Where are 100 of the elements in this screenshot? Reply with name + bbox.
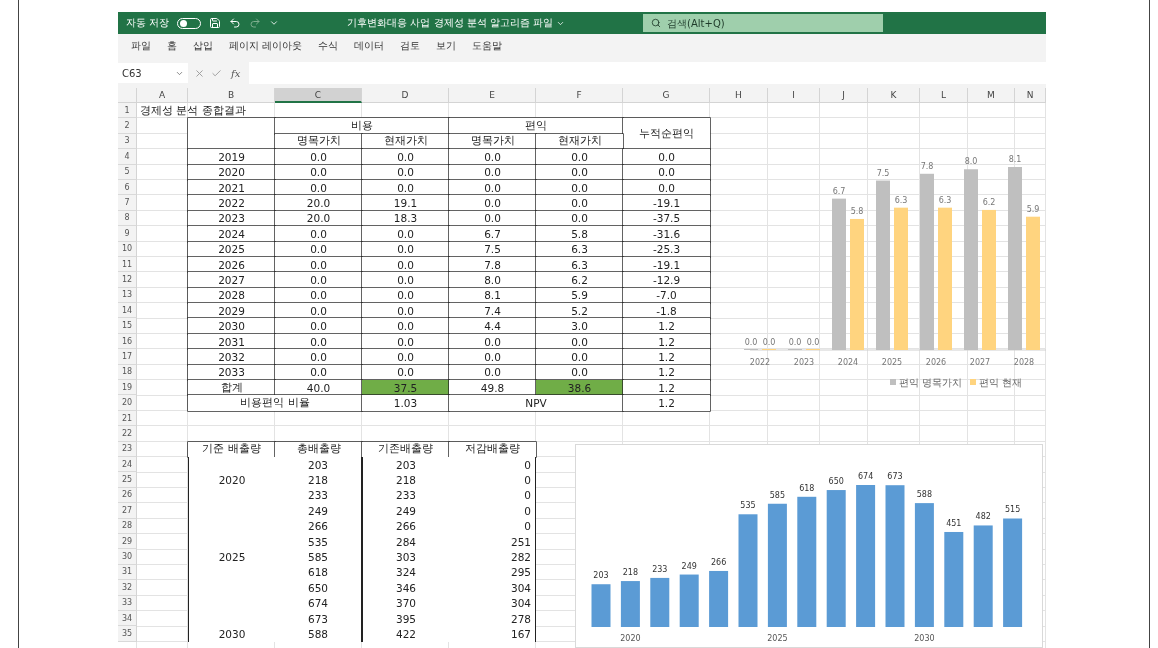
table-cell: 40.0	[275, 380, 362, 396]
table-cell: 0.0	[623, 149, 710, 165]
column-header[interactable]: D	[362, 88, 449, 103]
table-cell: 2025	[188, 549, 275, 565]
close-icon[interactable]	[194, 67, 205, 79]
table-cell: 2026	[188, 256, 275, 273]
table-cell: 0.0	[362, 226, 449, 242]
save-icon[interactable]	[209, 17, 222, 29]
column-header[interactable]: L	[920, 88, 968, 103]
autosave-label: 자동 저장	[126, 16, 170, 30]
data-label: 674	[857, 472, 874, 481]
row-header[interactable]: 7	[118, 195, 137, 211]
header-cell: 저감배출량	[449, 441, 536, 457]
row-header[interactable]: 27	[118, 503, 137, 519]
table-cell: 0.0	[362, 333, 449, 350]
table-cell: 5.9	[536, 287, 623, 304]
data-label: 6.3	[938, 195, 952, 205]
row-header[interactable]: 1	[118, 103, 137, 119]
table-cell: 2029	[188, 303, 275, 319]
column-header[interactable]: I	[768, 88, 820, 103]
table-cell: 20.0	[275, 195, 362, 211]
table-cell: 5.8	[536, 226, 623, 242]
column-header[interactable]: A	[137, 88, 188, 103]
row-header[interactable]: 35	[118, 626, 137, 642]
table-cell: 1.2	[623, 380, 710, 396]
table-cell: 218	[362, 472, 449, 488]
check-icon[interactable]	[211, 67, 222, 79]
dropdown-icon[interactable]	[269, 18, 280, 28]
table-cell: 422	[362, 626, 449, 642]
table-cell: 588	[275, 626, 362, 642]
row-header[interactable]: 14	[118, 303, 137, 319]
row-header[interactable]: 4	[118, 149, 137, 165]
row-header[interactable]: 15	[118, 318, 137, 334]
row-header[interactable]: 2	[118, 118, 137, 134]
table-cell: NPV	[449, 395, 623, 411]
row-header[interactable]: 20	[118, 395, 137, 411]
table-cell: 2031	[188, 333, 275, 350]
data-label: 0.0	[788, 338, 802, 347]
menu-tab[interactable]: 수식	[311, 36, 346, 56]
table-cell: 0.0	[362, 256, 449, 273]
data-label: 6.3	[894, 195, 908, 205]
menu-tab[interactable]: 검토	[393, 36, 428, 56]
table-cell: -12.9	[623, 272, 710, 288]
table-cell: 0.0	[362, 303, 449, 319]
axis-label: 2025	[881, 358, 903, 367]
column-header[interactable]: H	[710, 88, 768, 103]
data-label: 233	[652, 564, 668, 574]
menu-tab[interactable]: 페이지 레이아웃	[222, 36, 310, 56]
table-cell: -7.0	[623, 287, 710, 304]
table-cell: 167	[449, 626, 536, 642]
data-label: 8.0	[964, 157, 978, 167]
column-header[interactable]: J	[820, 88, 868, 103]
menu-tab[interactable]: 삽입	[186, 36, 220, 56]
column-header[interactable]: K	[868, 88, 920, 103]
column-header[interactable]: C	[275, 88, 362, 103]
table-cell: 0.0	[536, 195, 623, 211]
menu-tab[interactable]: 홈	[160, 36, 184, 56]
table-cell: 7.8	[449, 256, 536, 273]
table-cell: 2033	[188, 364, 275, 381]
table-cell: 0.0	[449, 195, 536, 211]
table-cell: 19.1	[362, 195, 449, 211]
table-cell: 0.0	[275, 149, 362, 165]
table-cell: 4.4	[449, 318, 536, 334]
data-label: 451	[946, 519, 962, 528]
column-header[interactable]: F	[536, 88, 623, 103]
menu-tab[interactable]: 데이터	[347, 36, 392, 56]
undo-icon[interactable]	[229, 17, 242, 29]
row-header[interactable]: 17	[118, 349, 137, 365]
menu-tab[interactable]: 도움말	[465, 36, 510, 56]
row-header[interactable]: 30	[118, 549, 137, 565]
table-cell: 2032	[188, 349, 275, 365]
row-header[interactable]: 19	[118, 380, 137, 396]
column-header[interactable]: E	[449, 88, 536, 103]
function-button[interactable]: fx	[228, 67, 244, 79]
menu-tab[interactable]: 파일	[124, 36, 158, 56]
row-header[interactable]: 12	[118, 272, 137, 288]
header-cell: 명목가치	[275, 133, 362, 150]
name-box[interactable]: C63	[118, 63, 188, 83]
table-cell: 6.3	[536, 256, 623, 273]
row-header[interactable]: 22	[118, 426, 137, 442]
table-cell: 2030	[188, 626, 275, 642]
table-cell: 8.0	[449, 272, 536, 288]
column-header[interactable]: N	[1015, 88, 1046, 103]
table-cell: 7.4	[449, 303, 536, 319]
search-field[interactable]: 검색(Alt+Q)	[643, 14, 884, 32]
table-cell: 0.0	[362, 272, 449, 288]
row-header[interactable]: 32	[118, 580, 137, 596]
column-header[interactable]: B	[188, 88, 275, 103]
table-cell: 303	[362, 549, 449, 565]
table-cell: 0.0	[362, 179, 449, 196]
column-header[interactable]: G	[623, 88, 710, 103]
column-header[interactable]: M	[968, 88, 1015, 103]
row-header[interactable]: 25	[118, 472, 137, 488]
table-cell: 0.0	[362, 364, 449, 381]
menu-tab[interactable]: 보기	[429, 36, 464, 56]
table-cell: 218	[275, 472, 362, 488]
table-cell: 0	[449, 503, 536, 519]
table-cell: 합계	[188, 380, 275, 396]
row-header[interactable]: 9	[118, 226, 137, 242]
data-label: 650	[828, 477, 844, 487]
